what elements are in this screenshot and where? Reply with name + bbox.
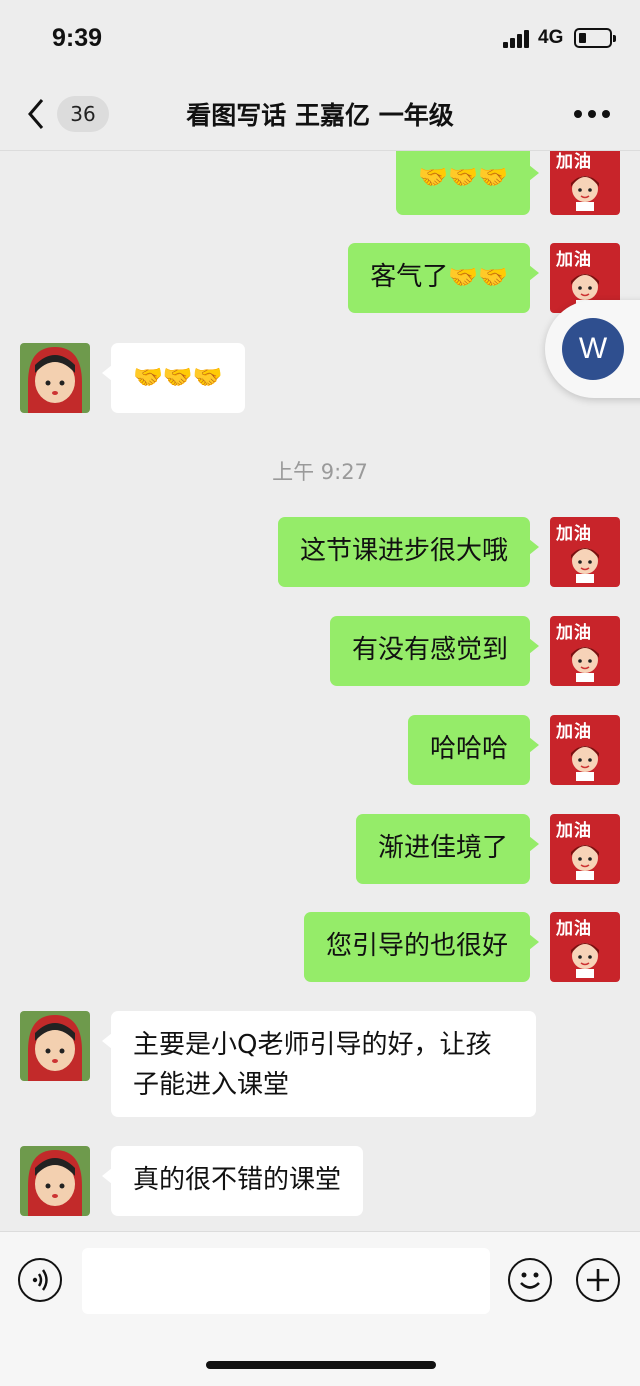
plus-icon xyxy=(587,1269,609,1291)
battery-icon xyxy=(574,28,616,48)
emoji-button[interactable] xyxy=(508,1258,552,1302)
status-bar: 9:39 4G xyxy=(0,0,640,80)
chat-header: 36 看图写话 王嘉亿 一年级 xyxy=(0,80,640,151)
my-avatar[interactable]: 加油 xyxy=(550,517,620,587)
handshake-icon: 🤝 xyxy=(162,363,193,391)
message-text: 渐进佳境了 xyxy=(377,833,508,863)
contact-avatar[interactable] xyxy=(20,343,90,413)
voice-icon xyxy=(32,1269,48,1291)
message-text: 真的很不错的课堂 xyxy=(133,1165,342,1195)
girl-cartoon-icon xyxy=(571,647,599,682)
girl-cartoon-icon xyxy=(571,746,599,781)
girl-cartoon-icon xyxy=(571,548,599,583)
handshake-icon: 🤝 xyxy=(418,163,449,191)
avatar-text: 加油 xyxy=(556,250,592,270)
my-avatar[interactable]: 加油 xyxy=(550,151,620,215)
back-button[interactable] xyxy=(22,94,54,134)
message-bubble-me[interactable]: 渐进佳境了 xyxy=(355,814,540,884)
avatar-text: 加油 xyxy=(556,919,592,939)
message-bubble-other[interactable]: 🤝🤝🤝 xyxy=(102,343,245,413)
message-bubble-me[interactable]: 您引导的也很好 xyxy=(303,912,540,982)
message-text: 您引导的也很好 xyxy=(325,931,508,961)
emoji-icon xyxy=(520,1272,540,1289)
home-indicator[interactable] xyxy=(206,1361,436,1369)
more-button[interactable] xyxy=(574,110,610,120)
girl-cartoon-icon xyxy=(571,943,599,978)
message-bubble-other[interactable]: 主要是小Q老师引导的好，让孩子能进入课堂 xyxy=(102,1011,536,1117)
floating-letter: W xyxy=(562,318,624,380)
avatar-text: 加油 xyxy=(556,623,592,643)
avatar-text: 加油 xyxy=(556,152,592,172)
signal-icon xyxy=(503,30,531,48)
chevron-left-icon xyxy=(28,99,44,129)
message-text: 主要是小Q老师引导的好，让孩子能进入课堂 xyxy=(133,1030,492,1100)
handshake-icon: 🤝 xyxy=(192,363,223,391)
more-dots-icon xyxy=(574,110,582,118)
message-input[interactable] xyxy=(82,1248,490,1314)
message-bubble-me[interactable]: 🤝🤝🤝 xyxy=(396,151,539,215)
kid-cartoon-icon xyxy=(28,347,82,413)
my-avatar[interactable]: 加油 xyxy=(550,616,620,686)
status-time: 9:39 xyxy=(52,24,103,52)
avatar-text: 加油 xyxy=(556,821,592,841)
handshake-icon: 🤝 xyxy=(478,263,508,291)
kid-cartoon-icon xyxy=(28,1150,82,1216)
network-type: 4G xyxy=(538,27,564,48)
handshake-icon: 🤝 xyxy=(448,163,479,191)
girl-cartoon-icon xyxy=(571,845,599,880)
avatar-text: 加油 xyxy=(556,524,592,544)
kid-cartoon-icon xyxy=(28,1015,82,1081)
contact-avatar[interactable] xyxy=(20,1146,90,1216)
message-text: 有没有感觉到 xyxy=(351,635,508,665)
contact-avatar[interactable] xyxy=(20,1011,90,1081)
message-bubble-me[interactable]: 这节课进步很大哦 xyxy=(277,517,540,587)
girl-cartoon-icon xyxy=(571,176,599,211)
chat-messages[interactable]: 🤝🤝🤝 加油 客气了🤝🤝 加油 🤝🤝🤝 上午 9:27 这节课进步很大哦 加油 … xyxy=(0,151,640,1231)
message-timestamp: 上午 9:27 xyxy=(272,460,368,484)
unread-count-badge[interactable]: 36 xyxy=(57,96,109,132)
chat-title: 看图写话 王嘉亿 一年级 xyxy=(186,101,454,130)
message-bubble-me[interactable]: 客气了🤝🤝 xyxy=(348,243,539,313)
message-bubble-me[interactable]: 有没有感觉到 xyxy=(329,616,540,686)
handshake-icon: 🤝 xyxy=(448,263,479,291)
avatar-text: 加油 xyxy=(556,722,592,742)
my-avatar[interactable]: 加油 xyxy=(550,912,620,982)
plus-button[interactable] xyxy=(576,1258,620,1302)
handshake-icon: 🤝 xyxy=(133,363,163,391)
voice-button[interactable] xyxy=(18,1258,62,1302)
my-avatar[interactable]: 加油 xyxy=(550,715,620,785)
floating-app-button[interactable]: W xyxy=(545,300,640,398)
message-bubble-other[interactable]: 真的很不错的课堂 xyxy=(101,1146,364,1216)
message-text: 这节课进步很大哦 xyxy=(299,536,508,566)
handshake-icon: 🤝 xyxy=(478,163,508,191)
message-text: 哈哈哈 xyxy=(429,734,508,764)
my-avatar[interactable]: 加油 xyxy=(550,814,620,884)
message-text: 客气了 xyxy=(370,262,449,292)
message-bubble-me[interactable]: 哈哈哈 xyxy=(407,715,540,785)
